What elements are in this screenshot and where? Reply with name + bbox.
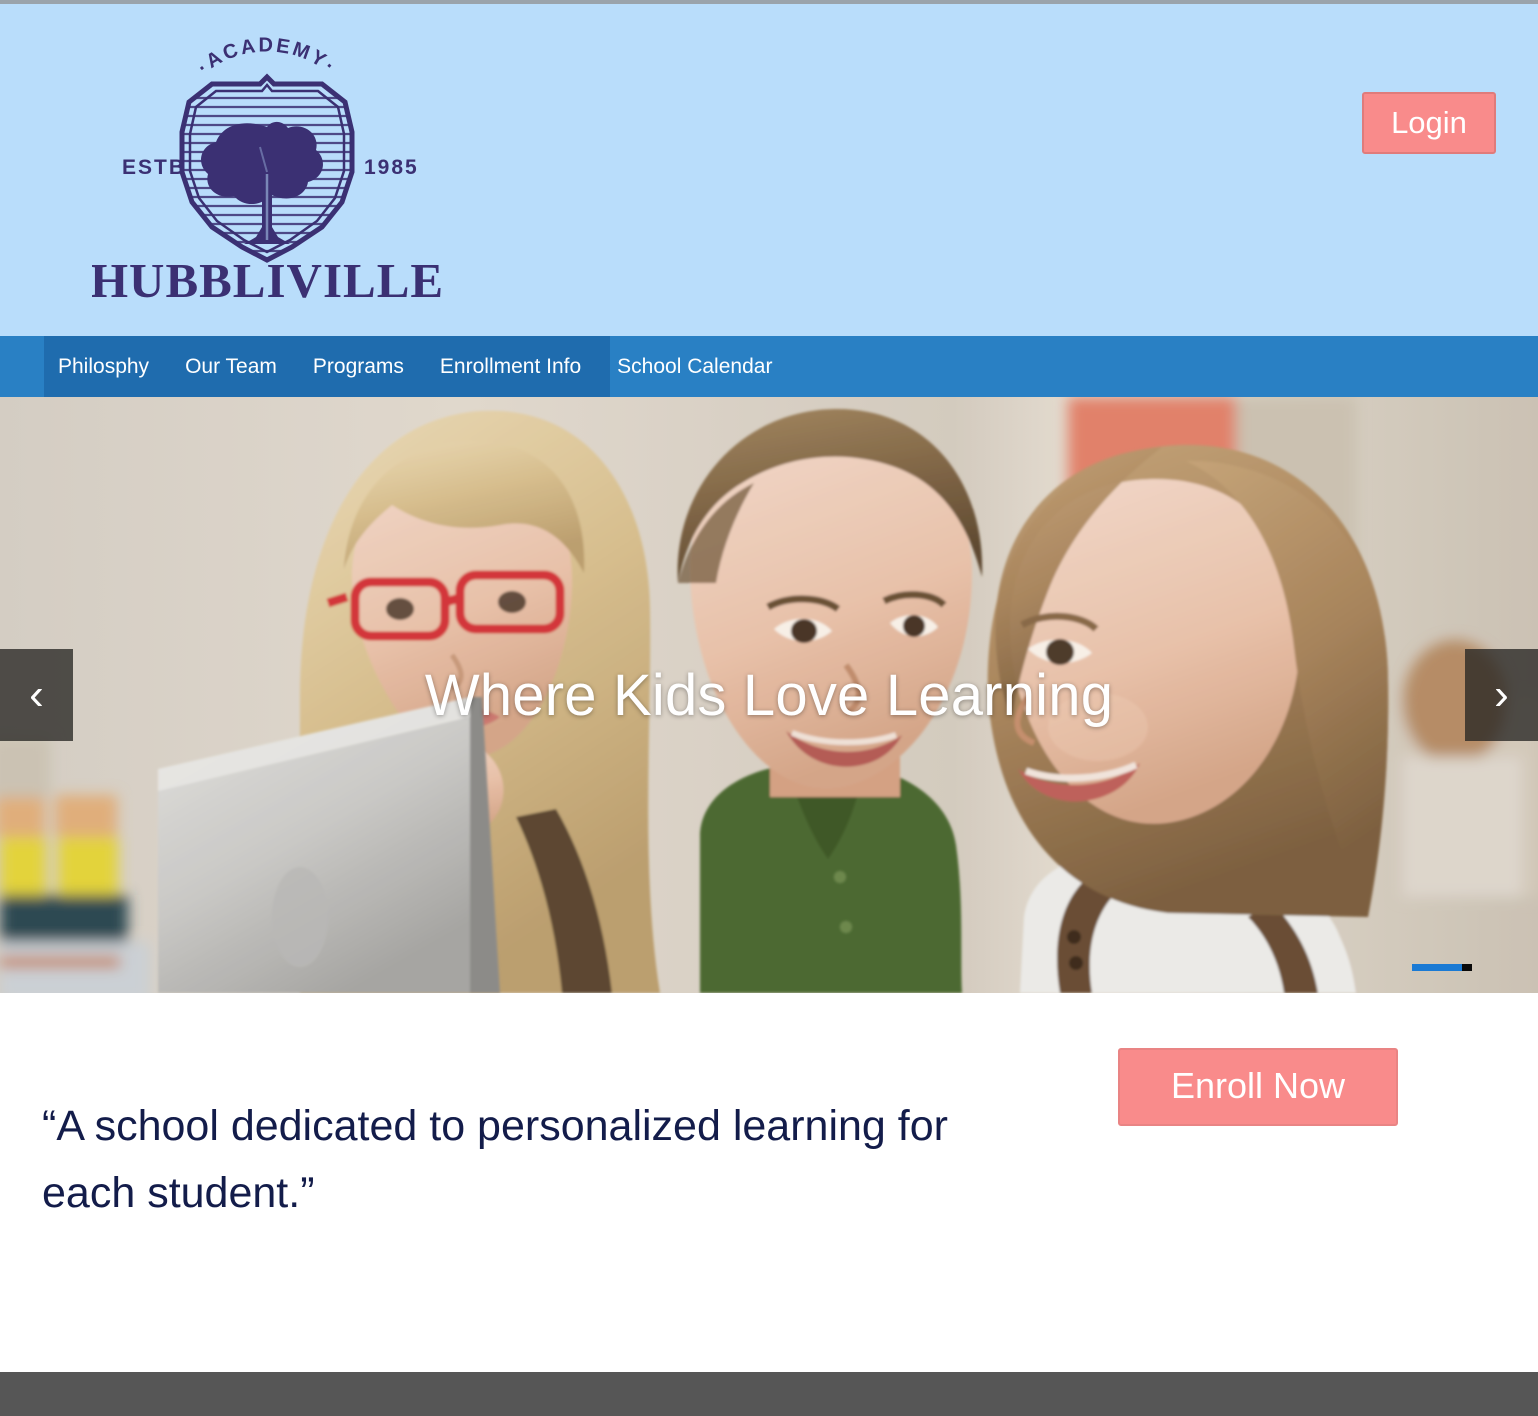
carousel-indicators: [1412, 964, 1472, 971]
chevron-right-icon: ›: [1494, 670, 1509, 719]
site-footer: [0, 1372, 1538, 1416]
nav-item-school-calendar[interactable]: School Calendar: [617, 336, 772, 397]
site-logo[interactable]: ·ACADEMY· ESTB 1985 HUBBLIVILLE: [92, 22, 442, 312]
nav-item-list: Philosphy Our Team Programs Enrollment I…: [0, 336, 772, 397]
quote-section: “A school dedicated to personalized lear…: [0, 993, 1538, 1372]
carousel-next-button[interactable]: ›: [1465, 649, 1538, 741]
nav-item-programs[interactable]: Programs: [313, 336, 404, 397]
chevron-left-icon: ‹: [29, 670, 44, 719]
page-root: ·ACADEMY· ESTB 1985 HUBBLIVILLE Login Ph…: [0, 0, 1538, 1416]
school-quote: “A school dedicated to personalized lear…: [42, 1102, 948, 1217]
hero-photo-children-at-laptop: [0, 397, 1538, 993]
enroll-now-button[interactable]: Enroll Now: [1118, 1048, 1398, 1126]
nav-item-enrollment-info[interactable]: Enrollment Info: [440, 336, 581, 397]
login-button[interactable]: Login: [1362, 92, 1496, 154]
svg-text:ESTB: ESTB: [122, 156, 186, 179]
nav-item-our-team[interactable]: Our Team: [185, 336, 277, 397]
nav-item-philosphy[interactable]: Philosphy: [58, 336, 149, 397]
svg-text:HUBBLIVILLE: HUBBLIVILLE: [92, 253, 442, 308]
hero-carousel: Where Kids Love Learning ‹ ›: [0, 397, 1538, 993]
svg-text:·ACADEMY·: ·ACADEMY·: [193, 35, 341, 79]
site-header: ·ACADEMY· ESTB 1985 HUBBLIVILLE Login: [0, 4, 1538, 336]
shield-tree-crest-icon: ·ACADEMY· ESTB 1985 HUBBLIVILLE: [92, 35, 442, 308]
carousel-prev-button[interactable]: ‹: [0, 649, 73, 741]
svg-text:1985: 1985: [364, 156, 419, 179]
carousel-indicator-2[interactable]: [1462, 964, 1472, 971]
main-navigation: Philosphy Our Team Programs Enrollment I…: [0, 336, 1538, 397]
carousel-indicator-1[interactable]: [1412, 964, 1462, 971]
